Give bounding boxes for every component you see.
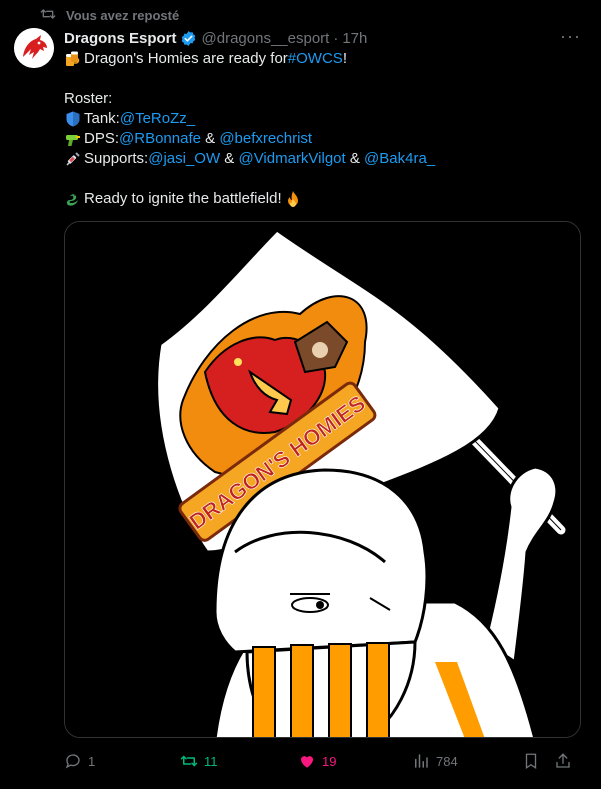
fire-emoji-icon: [284, 190, 302, 208]
bookmark-button[interactable]: [522, 752, 554, 770]
repost-notice-text: Vous avez reposté: [66, 7, 180, 23]
author-name[interactable]: Dragons Esport: [64, 30, 177, 47]
views-button[interactable]: 784: [412, 752, 522, 770]
author-handle[interactable]: @dragons__esport: [202, 30, 330, 47]
tank-line: Tank: @TeRoZz_: [64, 109, 583, 129]
views-chart-icon: [412, 752, 430, 770]
dps-player-1-link[interactable]: @RBonnafe: [119, 129, 201, 149]
share-icon: [554, 752, 572, 770]
dps-ampersand: &: [200, 130, 220, 147]
supports-label: Supports:: [84, 150, 149, 167]
tweet-text: Dragon's Homies are ready for #OWCS ! Ro…: [64, 49, 583, 209]
reply-button[interactable]: 1: [64, 752, 180, 770]
water-pistol-emoji-icon: [64, 130, 82, 148]
closing-text: Ready to ignite the battlefield!: [84, 190, 282, 207]
support-ampersand-1: &: [220, 150, 239, 167]
more-options-icon[interactable]: ···: [560, 26, 581, 47]
dragon-emoji-icon: [64, 190, 82, 208]
author-avatar[interactable]: [14, 28, 54, 68]
repost-active-icon: [180, 752, 198, 770]
support-player-2-link[interactable]: @VidmarkVilgot: [238, 149, 345, 169]
tweet-media-image[interactable]: DRAGON'S HOMIES: [64, 221, 581, 738]
wojak-flag-illustration: DRAGON'S HOMIES: [65, 222, 580, 737]
tweet-timestamp[interactable]: 17h: [342, 30, 367, 47]
repost-icon: [40, 7, 56, 24]
repost-count: 11: [204, 753, 218, 769]
verified-badge-icon: [180, 30, 197, 47]
tweet-action-bar: 1 11 19 784: [64, 748, 585, 774]
hashtag-owcs-link[interactable]: #OWCS: [288, 49, 343, 69]
syringe-emoji-icon: [64, 150, 82, 168]
like-button[interactable]: 19: [298, 752, 412, 770]
tweet-line-intro: Dragon's Homies are ready for #OWCS !: [64, 49, 583, 69]
reply-icon: [64, 752, 82, 770]
dps-label: DPS:: [84, 130, 120, 147]
reply-count: 1: [88, 753, 96, 769]
dps-player-2-link[interactable]: @befxrechrist: [219, 129, 312, 149]
tweet-header: Dragons Esport @dragons__esport · 17h: [64, 28, 585, 48]
shield-emoji-icon: [64, 110, 82, 128]
roster-heading: Roster:: [64, 90, 113, 107]
like-count: 19: [322, 753, 337, 769]
bookmark-icon: [522, 752, 540, 770]
tank-player-link[interactable]: @TeRoZz_: [120, 109, 195, 129]
beer-mugs-emoji-icon: [64, 50, 82, 68]
heart-filled-icon: [298, 752, 316, 770]
intro-text: Dragon's Homies are ready for: [84, 50, 288, 67]
meta-separator: ·: [333, 29, 339, 47]
support-ampersand-2: &: [345, 150, 365, 167]
supports-line: Supports: @jasi_OW & @VidmarkVilgot & @B…: [64, 149, 583, 169]
support-player-1-link[interactable]: @jasi_OW: [148, 149, 220, 169]
views-count: 784: [436, 753, 458, 769]
share-button[interactable]: [554, 752, 578, 770]
repost-button[interactable]: 11: [180, 752, 298, 770]
intro-end: !: [342, 50, 347, 67]
tank-label: Tank:: [84, 110, 120, 127]
dps-line: DPS: @RBonnafe & @befxrechrist: [64, 129, 583, 149]
support-player-3-link[interactable]: @Bak4ra_: [364, 149, 435, 169]
closing-line: Ready to ignite the battlefield!: [64, 189, 583, 209]
repost-notice[interactable]: Vous avez reposté: [40, 6, 179, 24]
